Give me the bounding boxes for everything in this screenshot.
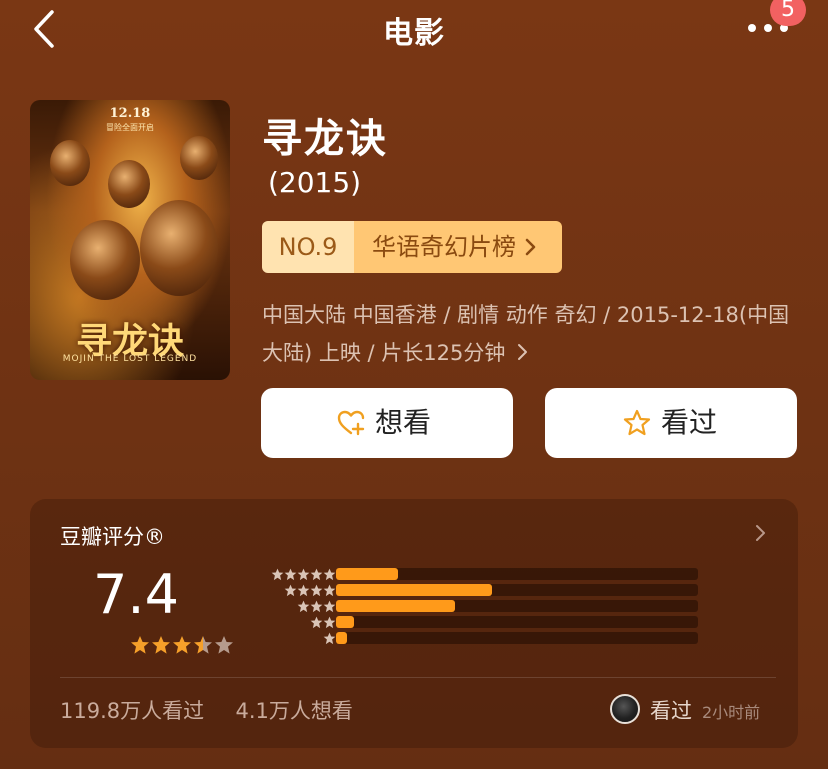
rating-star-icon: [193, 635, 213, 659]
rating-bar-row: [256, 630, 766, 646]
chevron-right-icon[interactable]: [752, 521, 770, 545]
rating-bar-fill: [336, 616, 354, 628]
rank-list-name: 华语奇幻片榜: [354, 221, 562, 273]
divider: [60, 677, 776, 678]
rating-star-icon: [151, 635, 171, 659]
rating-star-icon: [172, 635, 192, 659]
rating-card[interactable]: 豆瓣评分® 7.4 119.8万人看过 4.1万人想看 看过 2小时前: [30, 499, 798, 748]
rating-card-title: 豆瓣评分®: [60, 525, 165, 549]
rating-bar-row: [256, 582, 766, 598]
friend-time: 2小时前: [702, 703, 761, 722]
rank-list-label: 华语奇幻片榜: [372, 233, 516, 261]
chevron-right-icon: [518, 344, 528, 360]
seen-button[interactable]: 看过: [545, 388, 797, 458]
rating-star-icon: [130, 635, 150, 659]
rank-number: NO.9: [262, 221, 354, 273]
watch-counts: 119.8万人看过 4.1万人想看: [60, 695, 353, 725]
star-outline-icon: [623, 409, 651, 436]
rating-bar-track: [336, 584, 698, 596]
want-count: 4.1万人想看: [235, 699, 353, 723]
heart-plus-icon: [337, 410, 365, 436]
small-star-icon: [323, 630, 336, 649]
movie-poster[interactable]: 12.18 冒险全面开启 寻龙诀 MOJIN THE LOST LEGEND: [30, 100, 230, 380]
rating-score: 7.4: [93, 563, 179, 626]
rating-bar-track: [336, 632, 698, 644]
page-title: 电影: [383, 16, 445, 51]
rating-bar-row: [256, 614, 766, 630]
rating-bar-fill: [336, 568, 398, 580]
rating-stars: [130, 635, 235, 659]
rating-bar-fill: [336, 632, 347, 644]
seen-label: 看过: [661, 406, 718, 439]
rating-star-icon: [214, 635, 234, 659]
poster-figure: [108, 160, 150, 208]
poster-date-sub: 冒险全面开启: [106, 123, 154, 132]
rating-bar-stars: [256, 630, 336, 649]
meta-line-2-wrap: 大陆) 上映 / 片长125分钟: [262, 334, 810, 372]
want-to-watch-button[interactable]: 想看: [261, 388, 513, 458]
poster-figure: [140, 200, 218, 296]
rating-bar-track: [336, 616, 698, 628]
friend-avatar[interactable]: [610, 694, 640, 724]
want-to-watch-label: 想看: [375, 406, 432, 439]
rating-bar-track: [336, 600, 698, 612]
rank-badge[interactable]: NO.9 华语奇幻片榜: [262, 221, 562, 273]
rating-bar-track: [336, 568, 698, 580]
friend-status: 看过: [650, 699, 692, 723]
movie-title: 寻龙诀: [262, 116, 388, 162]
movie-year: (2015): [268, 166, 362, 199]
poster-figure: [180, 136, 218, 180]
poster-date: 12.18: [109, 106, 151, 121]
movie-meta[interactable]: 中国大陆 中国香港 / 剧情 动作 奇幻 / 2015-12-18(中国 大陆)…: [262, 296, 810, 372]
poster-figure: [50, 140, 90, 186]
rating-bar-fill: [336, 584, 492, 596]
rating-bar-row: [256, 598, 766, 614]
meta-line-1: 中国大陆 中国香港 / 剧情 动作 奇幻 / 2015-12-18(中国: [262, 303, 790, 327]
rating-bar-fill: [336, 600, 455, 612]
seen-count: 119.8万人看过: [60, 699, 205, 723]
poster-subtitle: MOJIN THE LOST LEGEND: [62, 354, 198, 364]
rating-bar-row: [256, 566, 766, 582]
poster-figure: [70, 220, 140, 300]
meta-line-2: 大陆) 上映 / 片长125分钟: [262, 341, 506, 365]
chevron-right-icon: [525, 238, 536, 256]
